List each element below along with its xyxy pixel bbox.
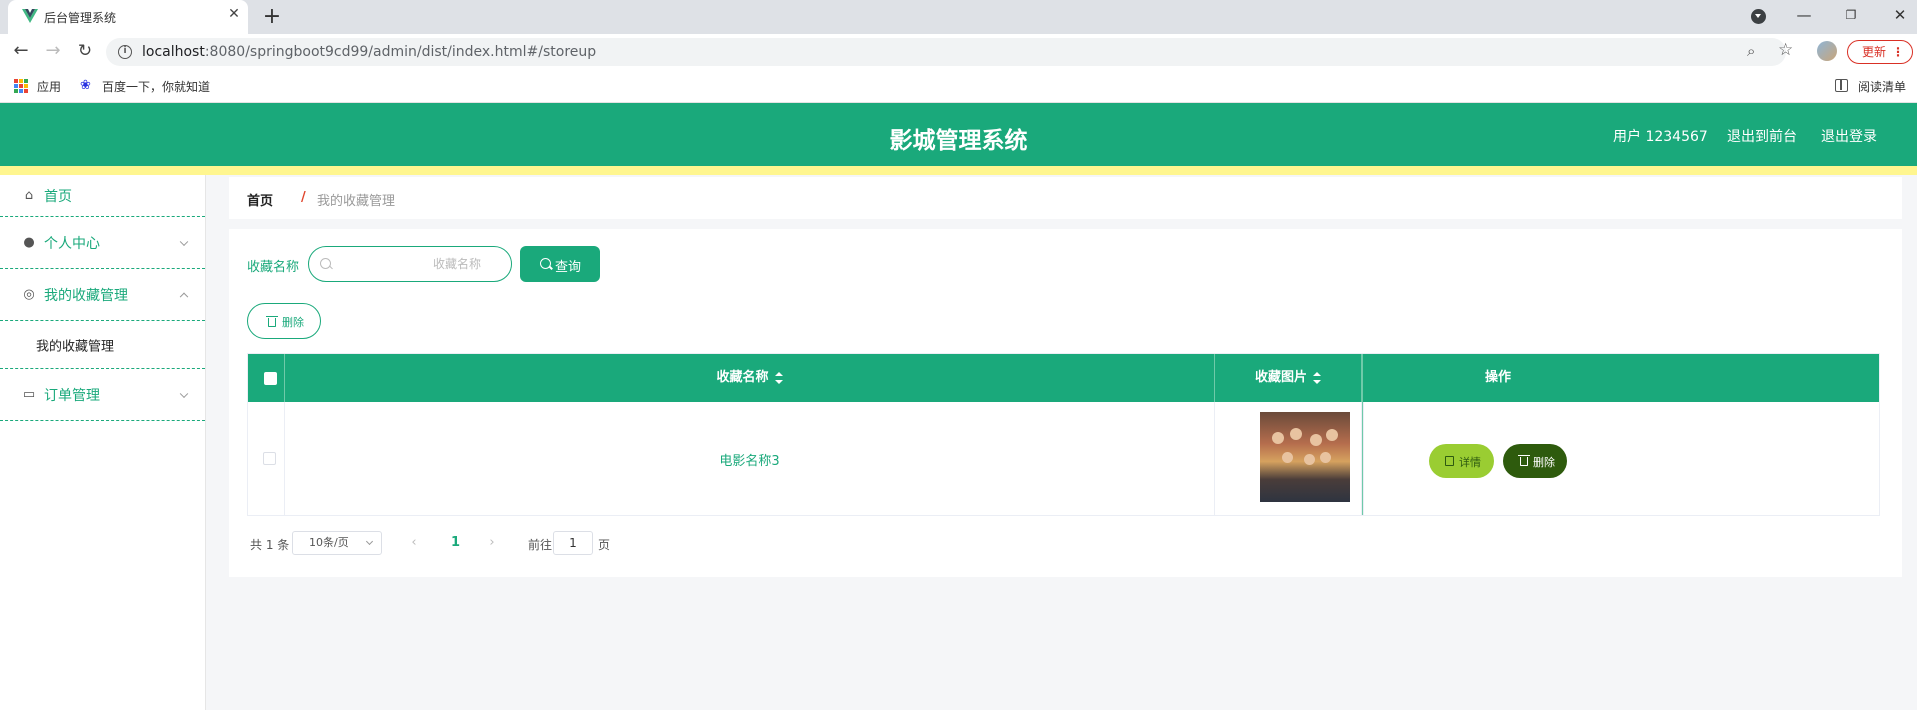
sidebar-subitem-favorites[interactable]: 我的收藏管理 (0, 321, 205, 369)
logout-link[interactable]: 退出登录 (1821, 126, 1877, 146)
row-select-cell (248, 402, 285, 515)
breadcrumb-separator: / (301, 190, 306, 205)
sidebar-item-home[interactable]: ⌂ 首页 (0, 175, 205, 217)
window-close-icon[interactable]: ✕ (1888, 4, 1912, 26)
sidebar-item-favorites[interactable]: ◎ 我的收藏管理 (0, 269, 205, 321)
favorites-table: 收藏名称 收藏图片 电影名称3 操作 详情 删除 (247, 353, 1880, 516)
sort-icon[interactable] (774, 371, 783, 384)
select-all-checkbox[interactable] (264, 372, 277, 385)
new-tab-icon[interactable]: + (260, 4, 284, 30)
pagination: 共 1 条 10条/页 ‹ 1 › 前往 页 (247, 531, 847, 555)
bookmark-star-icon[interactable]: ☆ (1778, 40, 1793, 60)
actions-header-label: 操作 (1484, 370, 1511, 385)
row-delete-button[interactable]: 删除 (1503, 444, 1567, 478)
tab-title: 后台管理系统 (44, 11, 117, 25)
app-header: 影城管理系统 用户 1234567 退出到前台 退出登录 (0, 103, 1917, 166)
pagination-total: 共 1 条 (250, 538, 290, 552)
menu-dots-icon: ⋮ (1892, 45, 1904, 59)
user-icon: ● (23, 234, 35, 250)
reading-list[interactable]: 阅读清单 (1858, 78, 1906, 95)
row-checkbox[interactable] (263, 452, 276, 465)
vue-logo-icon (22, 9, 38, 23)
header-stripe (0, 166, 1917, 175)
goto-label: 前往 (528, 538, 553, 552)
page-suffix: 页 (598, 538, 611, 552)
movie-poster-image (1260, 412, 1350, 502)
bookmark-apps[interactable]: 应用 (37, 78, 61, 95)
detail-button[interactable]: 详情 (1429, 444, 1494, 478)
restore-icon[interactable]: ❐ (1839, 4, 1863, 26)
favorite-name: 电影名称3 (719, 454, 780, 469)
main-content: 首页 / 我的收藏管理 收藏名称 查询 删除 收藏名称 收藏图片 (206, 175, 1917, 710)
page-size-select[interactable]: 10条/页 (292, 531, 382, 555)
column-header-image[interactable]: 收藏图片 (1215, 354, 1362, 402)
page-number-current[interactable]: 1 (451, 535, 460, 550)
chevron-down-icon (179, 389, 189, 398)
chevron-up-icon (179, 292, 189, 301)
breadcrumb-home[interactable]: 首页 (247, 190, 273, 209)
site-info-icon[interactable]: i (118, 45, 132, 59)
apps-grid-icon (14, 79, 28, 93)
chevron-down-icon (179, 237, 189, 246)
actions-column: 操作 详情 删除 (1362, 354, 1632, 515)
sort-icon[interactable] (1313, 371, 1321, 384)
current-user: 用户 1234567 (1613, 129, 1708, 145)
search-label: 收藏名称 (247, 260, 300, 275)
actions-cell: 详情 删除 (1363, 402, 1633, 515)
zoom-icon[interactable]: ⌕ (1747, 42, 1755, 60)
search-icon (540, 258, 551, 269)
chevron-down-icon (365, 537, 374, 546)
trash-icon (1518, 455, 1530, 466)
reload-icon[interactable]: ↻ (74, 40, 96, 62)
bookmarks-bar: 应用 ❀ 百度一下，你就知道 阅读清单 (0, 69, 1917, 103)
forward-icon[interactable]: → (42, 40, 64, 62)
column-header-name[interactable]: 收藏名称 (285, 354, 1215, 402)
tab-close-icon[interactable]: ✕ (225, 6, 243, 26)
row-image-cell (1215, 402, 1362, 515)
table-header: 收藏名称 收藏图片 (248, 354, 1879, 402)
document-icon (1445, 456, 1454, 466)
tab-search-icon[interactable] (1751, 9, 1766, 24)
reading-list-icon (1835, 79, 1848, 92)
address-bar: ← → ↻ i localhost:8080/springboot9cd99/a… (0, 34, 1917, 69)
home-icon: ⌂ (24, 187, 34, 203)
update-button[interactable]: 更新 ⋮ (1847, 40, 1913, 64)
browser-tab-strip: 后台管理系统 ✕ + — ❐ ✕ (0, 0, 1917, 34)
row-name-cell: 电影名称3 (285, 402, 1215, 515)
search-input[interactable] (308, 246, 512, 282)
goto-page-input[interactable] (553, 531, 593, 555)
breadcrumb: 首页 / 我的收藏管理 (229, 177, 1902, 219)
prev-page-icon[interactable]: ‹ (407, 535, 421, 550)
content-panel: 收藏名称 查询 删除 收藏名称 收藏图片 (229, 229, 1902, 577)
omnibox[interactable]: i localhost:8080/springboot9cd99/admin/d… (106, 38, 1786, 66)
back-icon[interactable]: ← (10, 40, 32, 62)
favorites-icon: ◎ (23, 286, 35, 302)
sidebar-item-orders[interactable]: ▭ 订单管理 (0, 369, 205, 421)
url-text[interactable]: localhost:8080/springboot9cd99/admin/dis… (142, 44, 596, 60)
baidu-paw-icon: ❀ (80, 78, 91, 93)
bookmark-baidu[interactable]: 百度一下，你就知道 (102, 78, 210, 95)
trash-icon (266, 316, 278, 327)
sidebar: ⌂ 首页 ● 个人中心 ◎ 我的收藏管理 我的收藏管理 ▭ 订单管理 (0, 175, 206, 710)
query-button[interactable]: 查询 (520, 246, 600, 282)
browser-tab[interactable]: 后台管理系统 ✕ (8, 0, 248, 34)
exit-to-front-link[interactable]: 退出到前台 (1727, 126, 1797, 146)
chat-icon: ▭ (22, 386, 36, 402)
batch-delete-button[interactable]: 删除 (247, 303, 321, 339)
profile-avatar[interactable] (1817, 41, 1837, 61)
select-all-cell (248, 354, 285, 402)
sidebar-item-personal[interactable]: ● 个人中心 (0, 217, 205, 269)
minimize-icon[interactable]: — (1792, 4, 1816, 26)
breadcrumb-current: 我的收藏管理 (317, 194, 396, 209)
next-page-icon[interactable]: › (485, 535, 499, 550)
table-row: 电影名称3 (248, 402, 1879, 515)
search-icon (320, 258, 331, 269)
